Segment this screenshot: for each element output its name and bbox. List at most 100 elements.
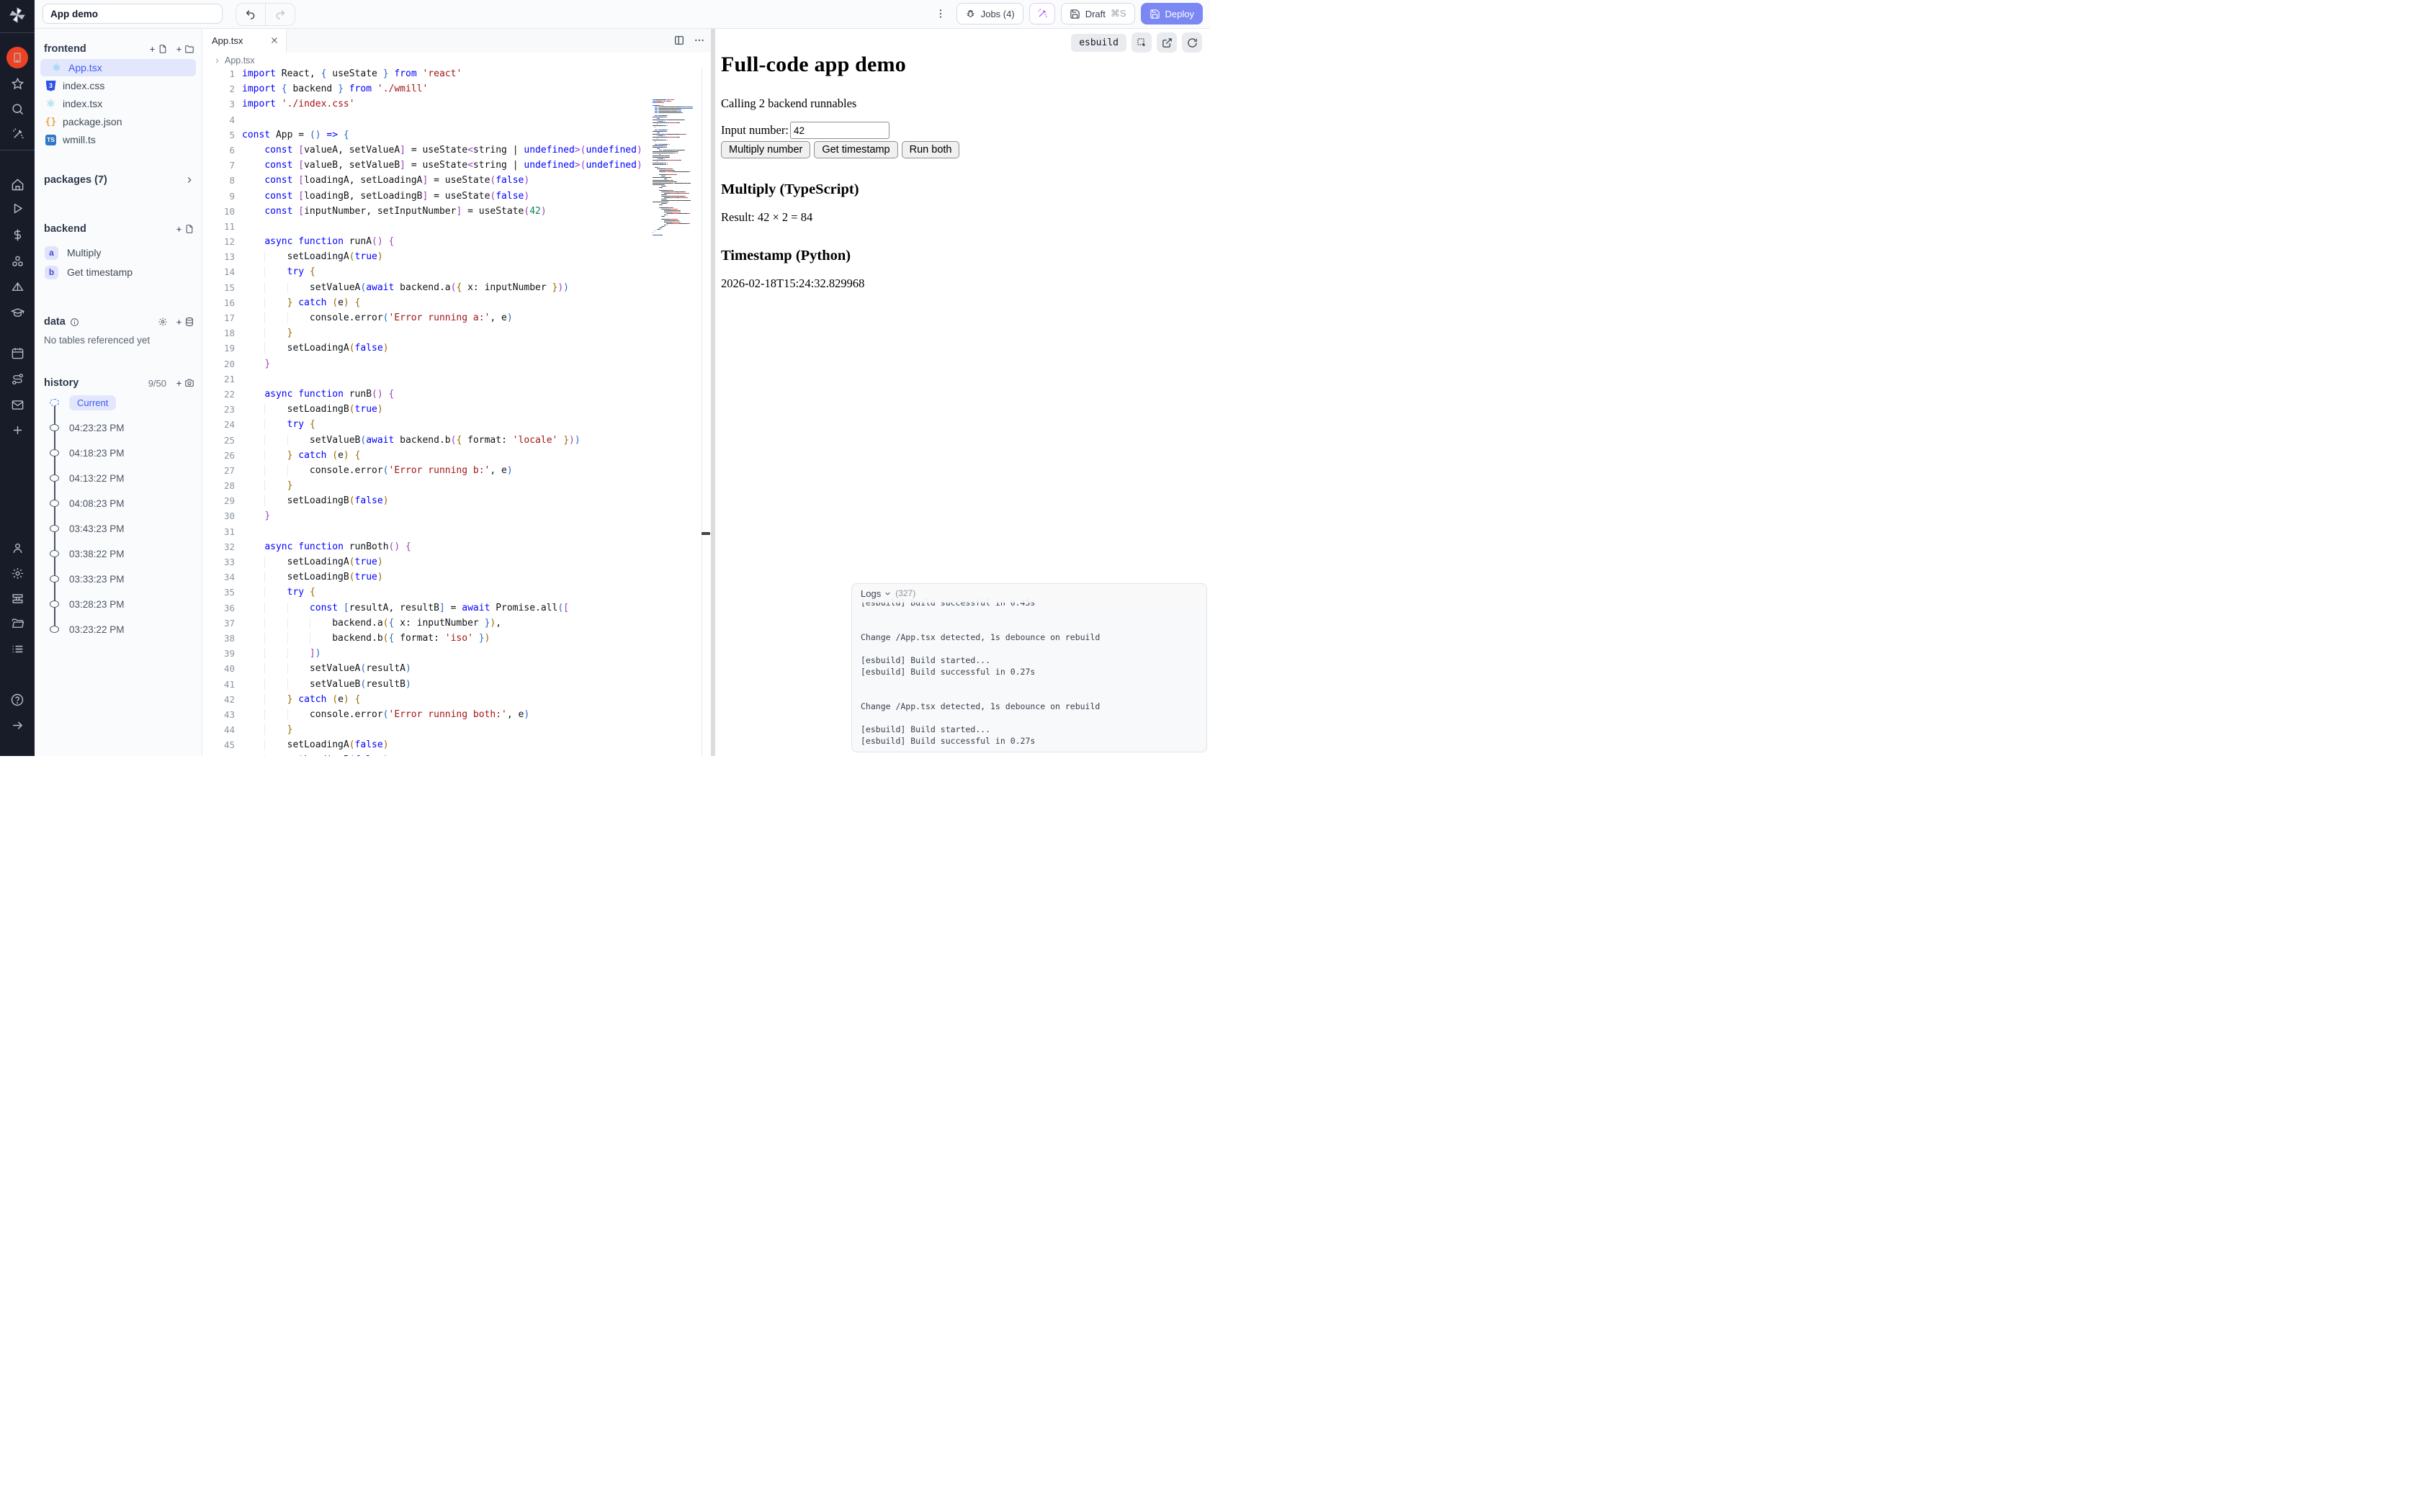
history-entry[interactable]: 04:13:22 PM: [50, 469, 202, 487]
code-line[interactable]: 2import { backend } from './wmill': [202, 84, 711, 99]
add-folder-button[interactable]: [175, 44, 194, 54]
history-entry[interactable]: 03:23:22 PM: [50, 620, 202, 639]
code-line[interactable]: 5const App = () => {: [202, 130, 711, 145]
breadcrumb[interactable]: App.tsx: [202, 53, 711, 68]
code-line[interactable]: 27 console.error('Error running b:', e): [202, 465, 711, 480]
code-line[interactable]: 43 console.error('Error running both:', …: [202, 709, 711, 724]
code-line[interactable]: 37 backend.a({ x: inputNumber }),: [202, 618, 711, 633]
settings-gear-icon[interactable]: [0, 567, 35, 580]
editor-more-icon[interactable]: [694, 35, 705, 46]
code-line[interactable]: 38 backend.b({ format: 'iso' }): [202, 633, 711, 648]
code-line[interactable]: 30 }: [202, 510, 711, 526]
resources-boxes-icon[interactable]: [0, 254, 35, 268]
inspect-select-button[interactable]: [1131, 32, 1152, 53]
code-line[interactable]: 6 const [valueA, setValueA] = useState<s…: [202, 145, 711, 160]
add-plus-icon[interactable]: [0, 423, 35, 437]
code-line[interactable]: 40 setValueA(resultA): [202, 663, 711, 678]
folders-icon[interactable]: [0, 617, 35, 631]
tab-app-tsx[interactable]: App.tsx: [202, 28, 287, 53]
data-settings-gear-icon[interactable]: [158, 317, 168, 327]
more-options-kebab-icon[interactable]: [931, 8, 951, 19]
code-line[interactable]: 20 }: [202, 359, 711, 374]
open-external-button[interactable]: [1157, 32, 1177, 53]
code-line[interactable]: 22 async function runB() {: [202, 389, 711, 404]
code-line[interactable]: 14 try {: [202, 266, 711, 282]
code-line[interactable]: 25 setValueB(await backend.b({ format: '…: [202, 435, 711, 450]
pane-resize-handle[interactable]: [702, 532, 710, 535]
file-item-package-json[interactable]: {}package.json: [40, 113, 196, 130]
redo-button[interactable]: [265, 4, 295, 25]
history-entry[interactable]: 03:33:23 PM: [50, 570, 202, 588]
minimap[interactable]: [653, 99, 703, 236]
code-line[interactable]: 41 setValueB(resultB): [202, 679, 711, 694]
code-line[interactable]: 19 setLoadingA(false): [202, 343, 711, 358]
logs-dropdown[interactable]: Logs: [861, 588, 892, 599]
code-line[interactable]: 23 setLoadingB(true): [202, 404, 711, 419]
audit-logs-list-icon[interactable]: [0, 642, 35, 656]
expand-arrow-icon[interactable]: [0, 719, 35, 732]
history-entry[interactable]: 04:18:23 PM: [50, 444, 202, 462]
triggers-prism-icon[interactable]: [0, 280, 35, 294]
history-entry[interactable]: 03:28:23 PM: [50, 595, 202, 613]
current-app-building-icon[interactable]: [0, 47, 35, 68]
code-line[interactable]: 31: [202, 526, 711, 541]
add-file-button[interactable]: [148, 44, 168, 54]
code-line[interactable]: 1import React, { useState } from 'react': [202, 68, 711, 84]
history-entry[interactable]: 03:38:22 PM: [50, 544, 202, 563]
history-entry[interactable]: 04:08:23 PM: [50, 494, 202, 513]
schedules-calendar-icon[interactable]: [0, 346, 35, 360]
code-line[interactable]: 17 console.error('Error running a:', e): [202, 312, 711, 328]
close-tab-icon[interactable]: [270, 36, 279, 45]
code-line[interactable]: 8 const [loadingA, setLoadingA] = useSta…: [202, 175, 711, 190]
code-line[interactable]: 39 ]): [202, 648, 711, 663]
code-line[interactable]: 7 const [valueB, setValueB] = useState<s…: [202, 160, 711, 175]
draft-button[interactable]: Draft ⌘S: [1061, 3, 1135, 24]
code-line[interactable]: 11: [202, 221, 711, 236]
code-line[interactable]: 10 const [inputNumber, setInputNumber] =…: [202, 206, 711, 221]
file-item-index-tsx[interactable]: ⚛index.tsx: [40, 95, 196, 112]
preview-button-multiply-number[interactable]: Multiply number: [721, 141, 810, 158]
home-icon[interactable]: [0, 178, 35, 192]
app-name-input[interactable]: [42, 4, 223, 24]
help-icon[interactable]: [0, 693, 35, 707]
routes-icon[interactable]: [0, 372, 35, 386]
code-line[interactable]: 33 setLoadingA(true): [202, 557, 711, 572]
chevron-right-icon[interactable]: [184, 175, 194, 185]
backend-item-multiply[interactable]: aMultiply: [40, 243, 196, 262]
file-item-index-css[interactable]: 3index.css: [40, 77, 196, 94]
workers-icon[interactable]: [0, 592, 35, 606]
undo-button[interactable]: [236, 4, 265, 25]
packages-section-header[interactable]: packages (7): [44, 174, 194, 186]
code-line[interactable]: 45 setLoadingA(false): [202, 739, 711, 755]
ai-wand-icon[interactable]: [0, 127, 35, 141]
add-database-button[interactable]: [175, 317, 194, 327]
ai-assistant-button[interactable]: [1029, 3, 1055, 24]
refresh-button[interactable]: [1182, 32, 1202, 53]
file-item-wmill-ts[interactable]: TSwmill.ts: [40, 131, 196, 148]
history-entry[interactable]: 04:23:23 PM: [50, 418, 202, 437]
code-line[interactable]: 4: [202, 114, 711, 130]
code-line[interactable]: 36 const [resultA, resultB] = await Prom…: [202, 603, 711, 618]
backend-item-get-timestamp[interactable]: bGet timestamp: [40, 263, 196, 282]
windmill-logo[interactable]: [0, 6, 35, 24]
learn-graduation-icon[interactable]: [0, 306, 35, 320]
code-area[interactable]: 1import React, { useState } from 'react'…: [202, 68, 711, 756]
split-editor-icon[interactable]: [673, 35, 685, 46]
code-line[interactable]: 12 async function runA() {: [202, 236, 711, 251]
code-line[interactable]: 21: [202, 374, 711, 389]
file-item-app-tsx[interactable]: ⚛App.tsx: [40, 59, 196, 76]
variables-dollar-icon[interactable]: [0, 228, 35, 242]
code-line[interactable]: 42 } catch (e) {: [202, 694, 711, 709]
code-line[interactable]: 13 setLoadingA(true): [202, 251, 711, 266]
history-entry[interactable]: 03:43:23 PM: [50, 519, 202, 538]
jobs-button[interactable]: Jobs (4): [956, 3, 1023, 24]
code-line[interactable]: 35 try {: [202, 587, 711, 602]
code-line[interactable]: 34 setLoadingB(true): [202, 572, 711, 587]
runs-play-icon[interactable]: [0, 202, 35, 215]
code-line[interactable]: 9 const [loadingB, setLoadingB] = useSta…: [202, 191, 711, 206]
code-line[interactable]: 32 async function runBoth() {: [202, 541, 711, 557]
deploy-button[interactable]: Deploy: [1141, 3, 1203, 24]
add-runnable-button[interactable]: [175, 224, 194, 234]
code-line[interactable]: 44 }: [202, 724, 711, 739]
code-line[interactable]: 24 try {: [202, 419, 711, 434]
